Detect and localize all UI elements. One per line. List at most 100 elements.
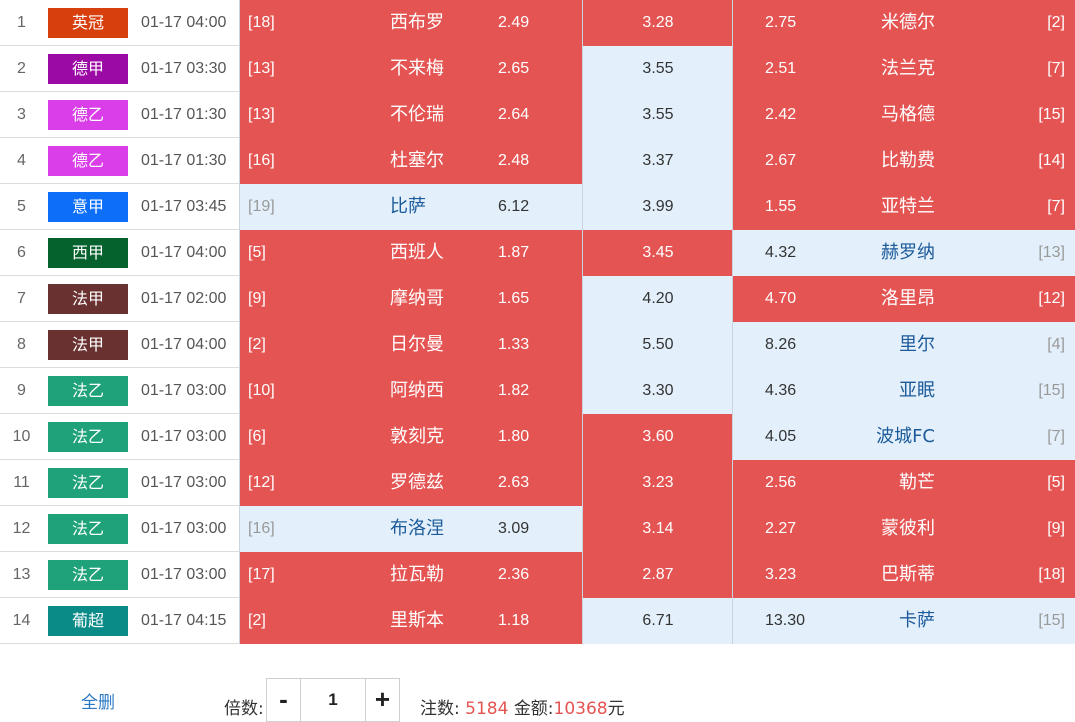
draw-option[interactable]: 4.20 (582, 276, 732, 322)
home-rank: [5] (248, 244, 266, 261)
draw-odds: 3.23 (642, 474, 674, 491)
bets-count: 5184 (465, 699, 509, 719)
away-win-option[interactable]: 4.05 波城FC [7] (732, 414, 1075, 460)
home-win-option[interactable]: [16] 布洛涅 3.09 (239, 506, 582, 552)
away-odds: 4.36 (765, 382, 797, 399)
home-team: 敦刻克 (390, 426, 444, 447)
home-win-option[interactable]: [6] 敦刻克 1.80 (239, 414, 582, 460)
amount-value: 10368 (553, 699, 608, 719)
home-win-option[interactable]: [18] 西布罗 2.49 (239, 0, 582, 46)
draw-option[interactable]: 3.99 (582, 184, 732, 230)
home-rank: [16] (248, 152, 275, 169)
away-odds: 4.70 (765, 290, 797, 307)
minus-button[interactable]: - (267, 679, 300, 721)
home-win-option[interactable]: [10] 阿纳西 1.82 (239, 368, 582, 414)
away-win-option[interactable]: 2.27 蒙彼利 [9] (732, 506, 1075, 552)
draw-odds: 3.99 (642, 198, 674, 215)
away-team: 亚眠 (899, 380, 935, 401)
table-row: 11 法乙 01-17 03:00 [12] 罗德兹 2.63 3.23 2.56 勒芒 [5] (0, 460, 1075, 506)
away-team: 比勒费 (881, 150, 935, 171)
away-win-option[interactable]: 4.36 亚眠 [15] (732, 368, 1075, 414)
amount-label: 金额: (513, 699, 554, 719)
away-team: 赫罗纳 (881, 242, 935, 263)
draw-option[interactable]: 5.50 (582, 322, 732, 368)
league-badge: 法乙 (48, 376, 128, 406)
match-time: 01-17 03:00 (141, 520, 227, 537)
league-cell: 德甲 (43, 46, 133, 92)
away-win-option[interactable]: 4.70 洛里昂 [12] (732, 276, 1075, 322)
home-team: 比萨 (390, 196, 426, 217)
away-win-option[interactable]: 13.30 卡萨 [15] (732, 598, 1075, 644)
home-rank: [10] (248, 382, 275, 399)
draw-option[interactable]: 3.55 (582, 46, 732, 92)
away-odds: 2.42 (765, 106, 797, 123)
draw-option[interactable]: 3.28 (582, 0, 732, 46)
draw-option[interactable]: 3.37 (582, 138, 732, 184)
match-time: 01-17 03:00 (141, 382, 227, 399)
match-time: 01-17 01:30 (141, 152, 227, 169)
away-rank: [14] (1038, 152, 1065, 169)
match-time: 01-17 03:00 (141, 428, 227, 445)
away-odds: 4.05 (765, 428, 797, 445)
draw-option[interactable]: 3.60 (582, 414, 732, 460)
home-win-option[interactable]: [5] 西班人 1.87 (239, 230, 582, 276)
league-badge: 英冠 (48, 8, 128, 38)
match-time: 01-17 04:15 (141, 612, 227, 629)
away-win-option[interactable]: 2.67 比勒费 [14] (732, 138, 1075, 184)
away-win-option[interactable]: 1.55 亚特兰 [7] (732, 184, 1075, 230)
home-win-option[interactable]: [9] 摩纳哥 1.65 (239, 276, 582, 322)
away-win-option[interactable]: 4.32 赫罗纳 [13] (732, 230, 1075, 276)
match-time: 01-17 03:00 (141, 566, 227, 583)
away-odds: 2.27 (765, 520, 797, 537)
away-win-option[interactable]: 8.26 里尔 [4] (732, 322, 1075, 368)
away-win-option[interactable]: 3.23 巴斯蒂 [18] (732, 552, 1075, 598)
draw-option[interactable]: 3.14 (582, 506, 732, 552)
draw-option[interactable]: 2.87 (582, 552, 732, 598)
draw-odds: 3.37 (642, 152, 674, 169)
draw-option[interactable]: 3.23 (582, 460, 732, 506)
home-team: 不来梅 (390, 58, 444, 79)
league-badge: 德甲 (48, 54, 128, 84)
away-win-option[interactable]: 2.42 马格德 [15] (732, 92, 1075, 138)
home-rank: [2] (248, 612, 266, 629)
home-win-option[interactable]: [16] 杜塞尔 2.48 (239, 138, 582, 184)
home-win-option[interactable]: [2] 日尔曼 1.33 (239, 322, 582, 368)
away-win-option[interactable]: 2.75 米德尔 [2] (732, 0, 1075, 46)
home-team: 西班人 (390, 242, 444, 263)
home-win-option[interactable]: [13] 不来梅 2.65 (239, 46, 582, 92)
away-odds: 2.75 (765, 14, 797, 31)
away-odds: 2.67 (765, 152, 797, 169)
away-win-option[interactable]: 2.56 勒芒 [5] (732, 460, 1075, 506)
match-number: 11 (13, 474, 30, 491)
draw-option[interactable]: 3.45 (582, 230, 732, 276)
away-rank: [2] (1047, 14, 1065, 31)
home-odds: 1.80 (498, 428, 530, 445)
match-number: 8 (17, 336, 26, 353)
away-win-option[interactable]: 2.51 法兰克 [7] (732, 46, 1075, 92)
away-team: 法兰克 (881, 58, 935, 79)
multiplier-input[interactable]: 1 (299, 679, 367, 721)
draw-odds: 3.28 (642, 14, 674, 31)
league-cell: 法甲 (43, 322, 133, 368)
home-odds: 1.33 (498, 336, 530, 353)
away-rank: [12] (1038, 290, 1065, 307)
away-team: 蒙彼利 (881, 518, 935, 539)
home-win-option[interactable]: [13] 不伦瑞 2.64 (239, 92, 582, 138)
draw-option[interactable]: 3.55 (582, 92, 732, 138)
plus-button[interactable]: + (366, 679, 399, 721)
league-cell: 法乙 (43, 460, 133, 506)
home-odds: 1.65 (498, 290, 530, 307)
draw-option[interactable]: 6.71 (582, 598, 732, 644)
clear-all-button[interactable]: 全删 (81, 688, 115, 713)
home-win-option[interactable]: [17] 拉瓦勒 2.36 (239, 552, 582, 598)
home-odds: 2.63 (498, 474, 530, 491)
home-rank: [13] (248, 60, 275, 77)
league-cell: 法乙 (43, 368, 133, 414)
draw-option[interactable]: 3.30 (582, 368, 732, 414)
home-win-option[interactable]: [12] 罗德兹 2.63 (239, 460, 582, 506)
match-time: 01-17 04:00 (141, 244, 227, 261)
home-win-option[interactable]: [19] 比萨 6.12 (239, 184, 582, 230)
home-win-option[interactable]: [2] 里斯本 1.18 (239, 598, 582, 644)
league-badge: 法乙 (48, 514, 128, 544)
draw-odds: 3.45 (642, 244, 674, 261)
